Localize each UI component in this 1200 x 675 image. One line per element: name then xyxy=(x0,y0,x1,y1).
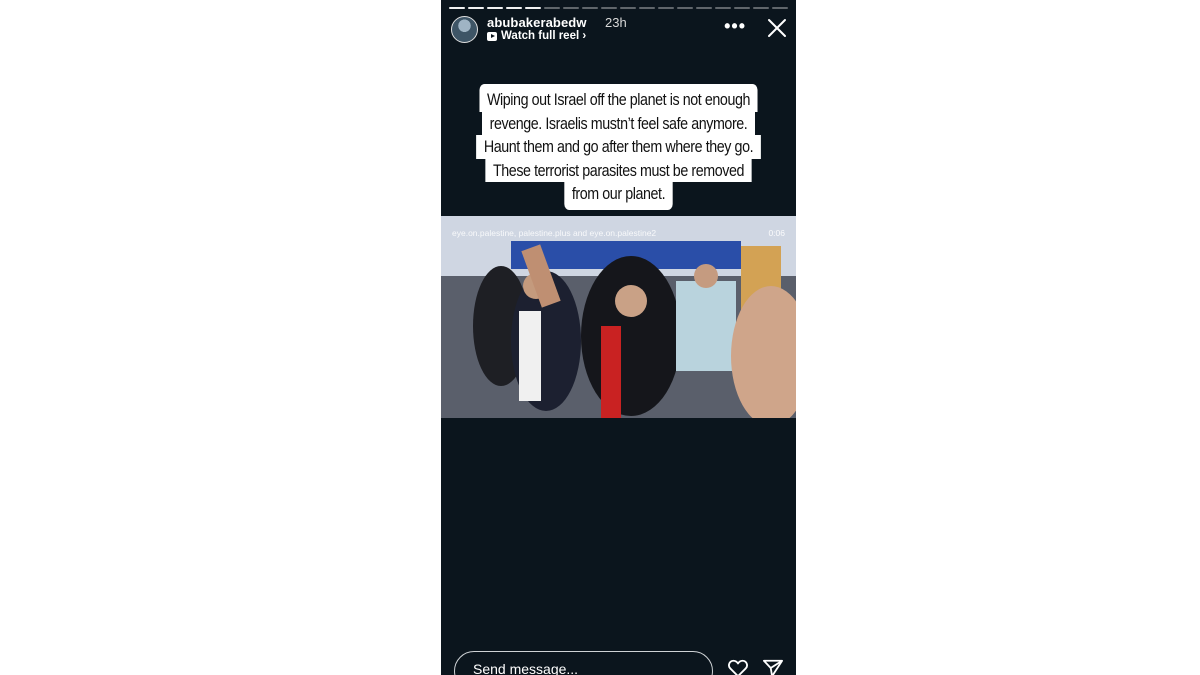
progress-segment xyxy=(449,7,465,9)
send-message-input[interactable] xyxy=(471,660,695,675)
caption-line: These terrorist parasites must be remove… xyxy=(485,158,752,183)
progress-segment xyxy=(696,7,712,9)
progress-segment xyxy=(620,7,636,9)
username[interactable]: abubakerabedw xyxy=(487,15,587,30)
caption-line: Haunt them and go after them where they … xyxy=(476,135,761,159)
story-progress-bar xyxy=(449,7,788,9)
progress-segment xyxy=(734,7,750,9)
caption-line: from our planet. xyxy=(564,182,673,210)
progress-segment xyxy=(658,7,674,9)
story-viewer: abubakerabedw 23h Watch full reel › ••• … xyxy=(441,0,796,675)
progress-segment xyxy=(544,7,560,9)
progress-segment xyxy=(601,7,617,9)
progress-segment xyxy=(468,7,484,9)
video-timestamp: 0:06 xyxy=(768,228,785,238)
progress-segment xyxy=(487,7,503,9)
progress-segment xyxy=(506,7,522,9)
caption-line: Wiping out Israel off the planet is not … xyxy=(479,84,758,112)
story-header: abubakerabedw 23h Watch full reel › ••• xyxy=(451,15,788,45)
close-icon[interactable] xyxy=(766,17,788,39)
progress-segment xyxy=(715,7,731,9)
message-composer[interactable] xyxy=(454,651,713,675)
avatar[interactable] xyxy=(451,16,478,43)
progress-segment xyxy=(772,7,788,9)
progress-segment xyxy=(677,7,693,9)
caption-line: revenge. Israelis mustn’t feel safe anym… xyxy=(482,111,755,136)
reel-icon xyxy=(487,31,497,41)
post-time: 23h xyxy=(605,15,627,30)
embedded-video[interactable]: eye.on.palestine, palestine.plus and eye… xyxy=(441,216,796,418)
heart-icon[interactable] xyxy=(727,658,749,675)
progress-segment xyxy=(582,7,598,9)
progress-segment xyxy=(563,7,579,9)
video-frame-illustration xyxy=(441,216,796,418)
progress-segment xyxy=(639,7,655,9)
watch-full-reel-label: Watch full reel › xyxy=(501,30,587,42)
watch-full-reel-link[interactable]: Watch full reel › xyxy=(487,30,586,42)
progress-segment xyxy=(753,7,769,9)
video-watermark: eye.on.palestine, palestine.plus and eye… xyxy=(452,228,657,238)
story-caption: Wiping out Israel off the planet is not … xyxy=(469,84,767,210)
paper-plane-icon[interactable] xyxy=(762,658,784,675)
progress-segment xyxy=(525,7,541,9)
more-icon[interactable]: ••• xyxy=(724,17,746,35)
